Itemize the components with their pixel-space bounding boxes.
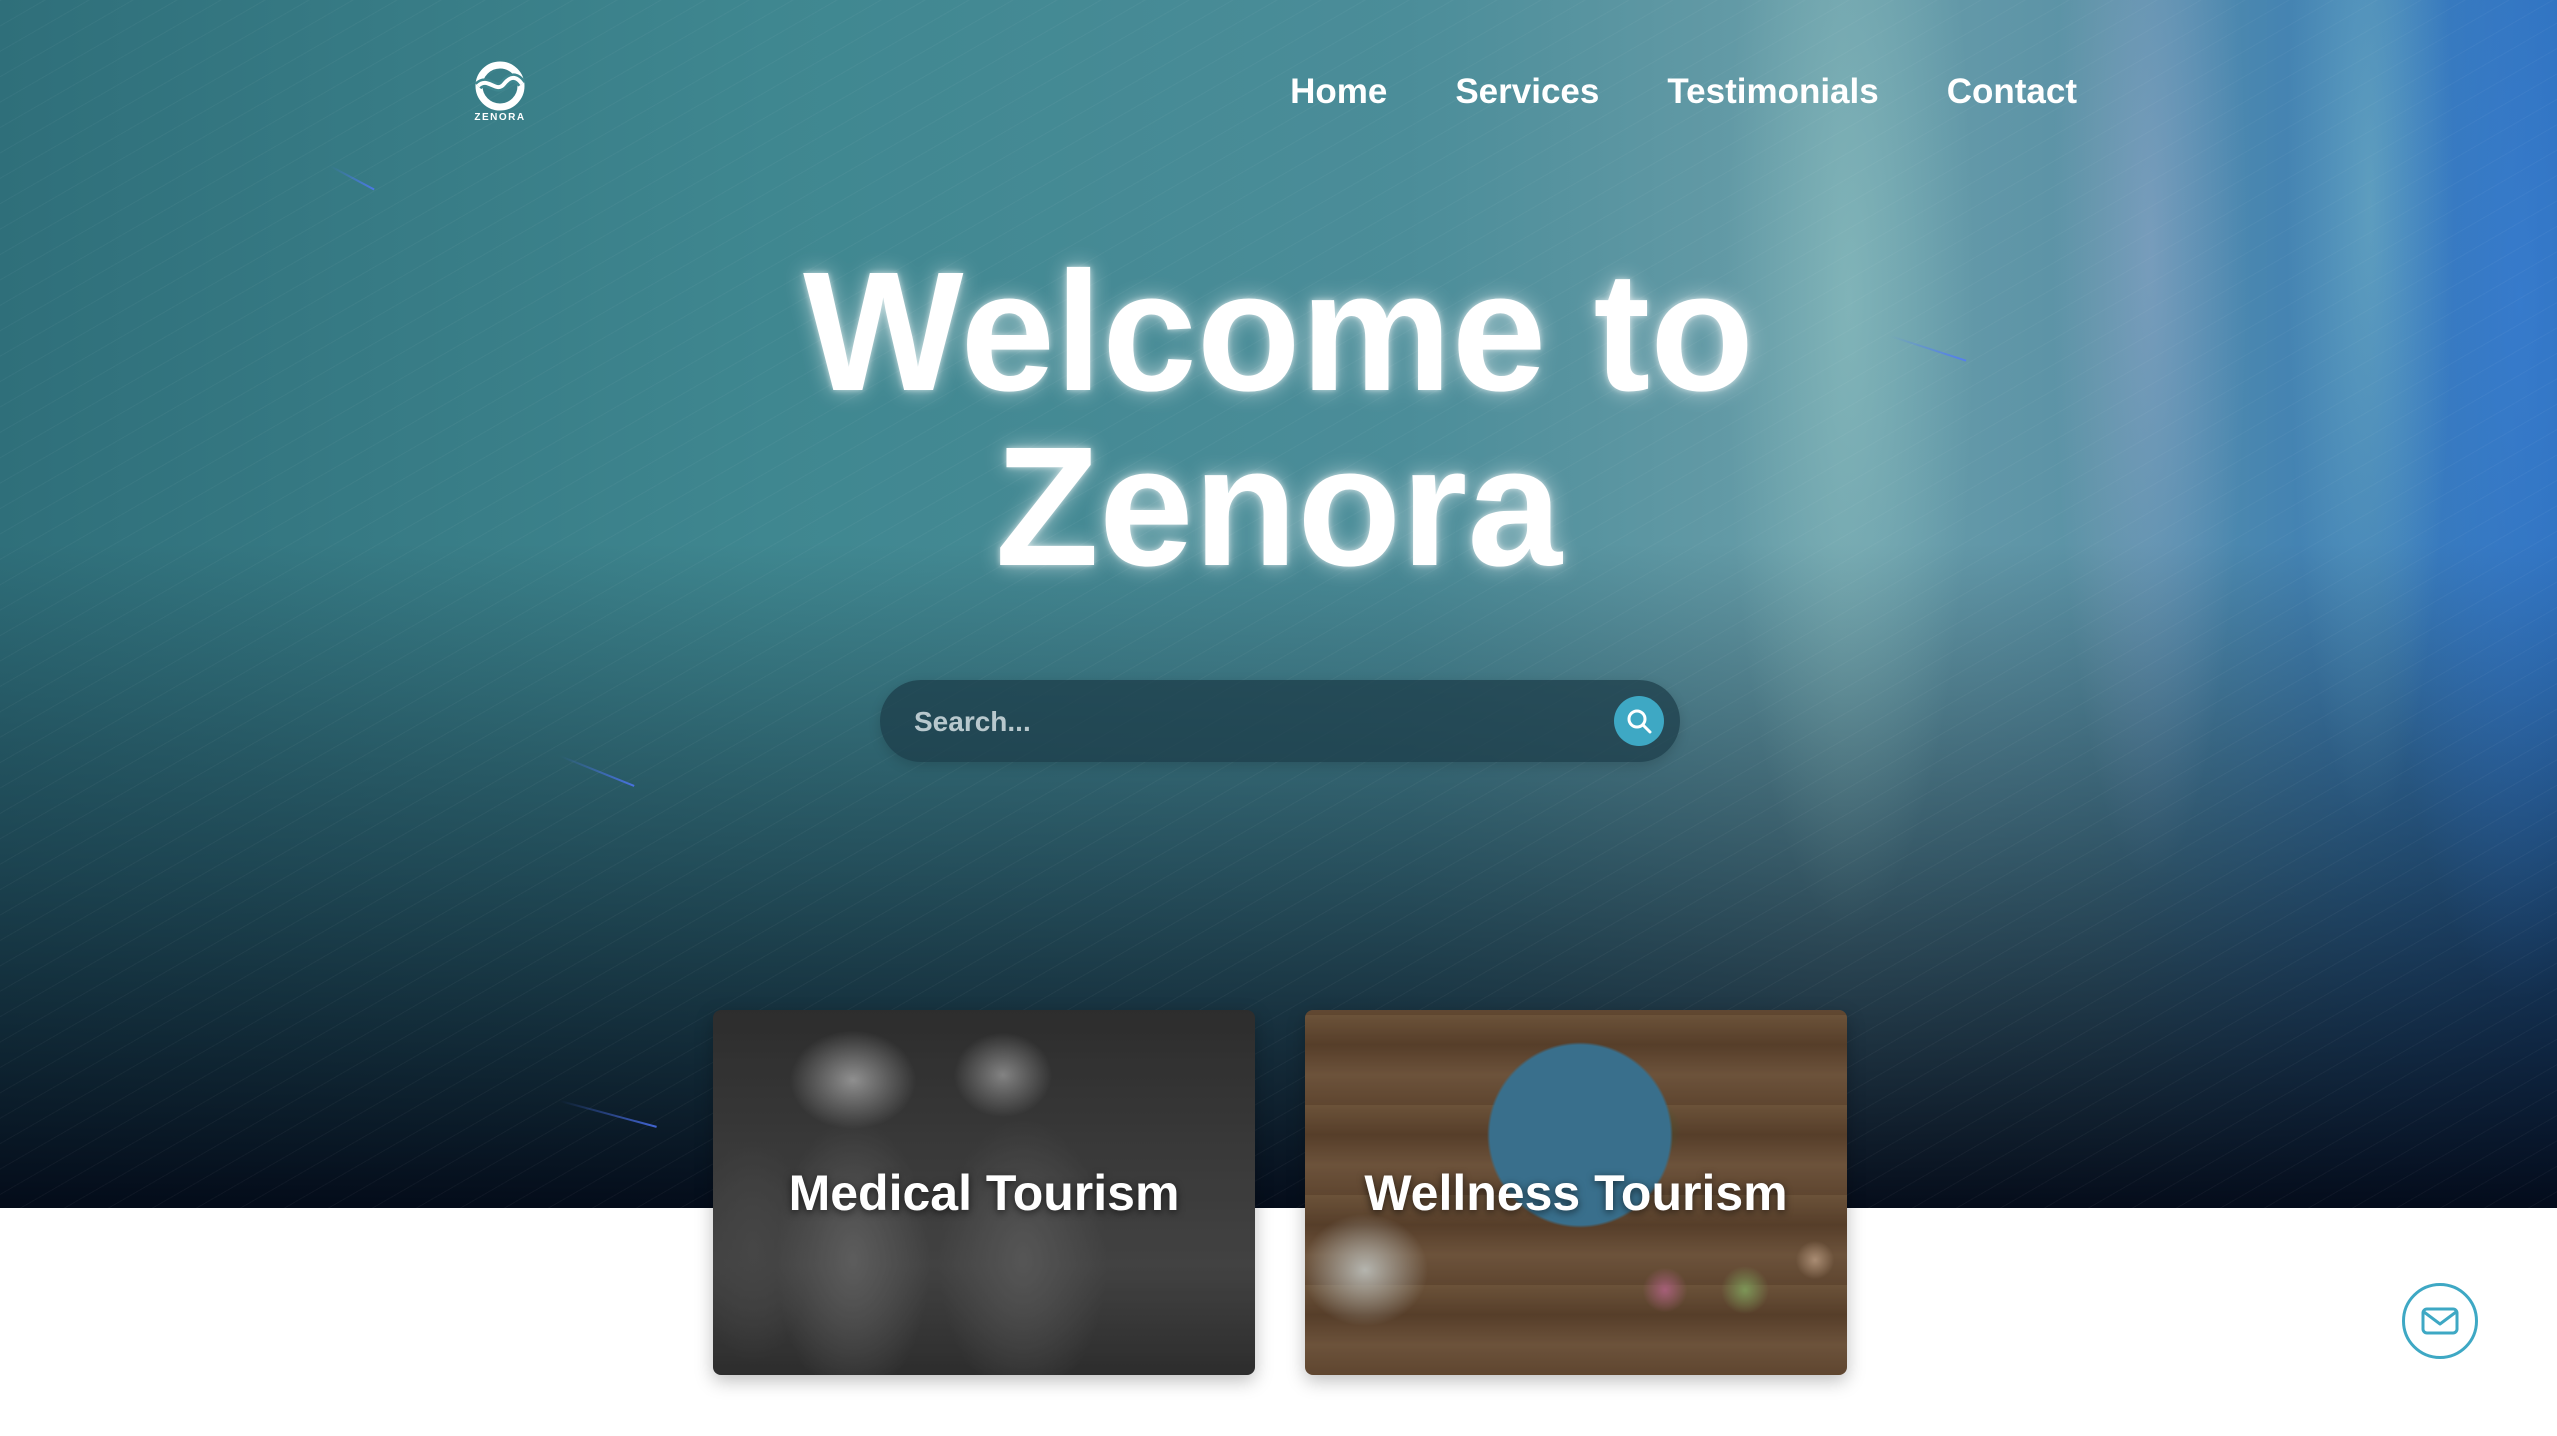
search-input[interactable] xyxy=(912,680,1576,764)
contact-mail-button[interactable] xyxy=(2402,1283,2478,1359)
card-title: Wellness Tourism xyxy=(1364,1164,1788,1221)
hero-texture xyxy=(0,0,2557,1208)
nav-contact[interactable]: Contact xyxy=(1947,72,2077,112)
logo[interactable]: ZENORA xyxy=(470,60,530,130)
logo-text: ZENORA xyxy=(474,112,526,123)
hero-section: ZENORA Home Services Testimonials Contac… xyxy=(0,0,2557,1208)
nav-home[interactable]: Home xyxy=(1290,72,1387,112)
search-icon xyxy=(1627,709,1652,734)
nav-testimonials[interactable]: Testimonials xyxy=(1667,72,1878,112)
card-wellness-tourism[interactable]: Wellness Tourism xyxy=(1305,1010,1847,1375)
main-nav: Home Services Testimonials Contact xyxy=(1290,72,2077,112)
page: ZENORA Home Services Testimonials Contac… xyxy=(0,0,2557,1436)
search-button[interactable] xyxy=(1614,696,1664,746)
hero-title: Welcome to Zenora xyxy=(0,245,2557,595)
logo-icon xyxy=(474,61,526,111)
mail-icon xyxy=(2421,1307,2459,1335)
hero-title-line2: Zenora xyxy=(995,412,1562,602)
hero-title-line1: Welcome to xyxy=(803,237,1754,427)
card-title: Medical Tourism xyxy=(788,1164,1180,1221)
nav-services[interactable]: Services xyxy=(1455,72,1599,112)
search-bar xyxy=(880,680,1680,764)
card-medical-tourism[interactable]: Medical Tourism xyxy=(713,1010,1255,1375)
